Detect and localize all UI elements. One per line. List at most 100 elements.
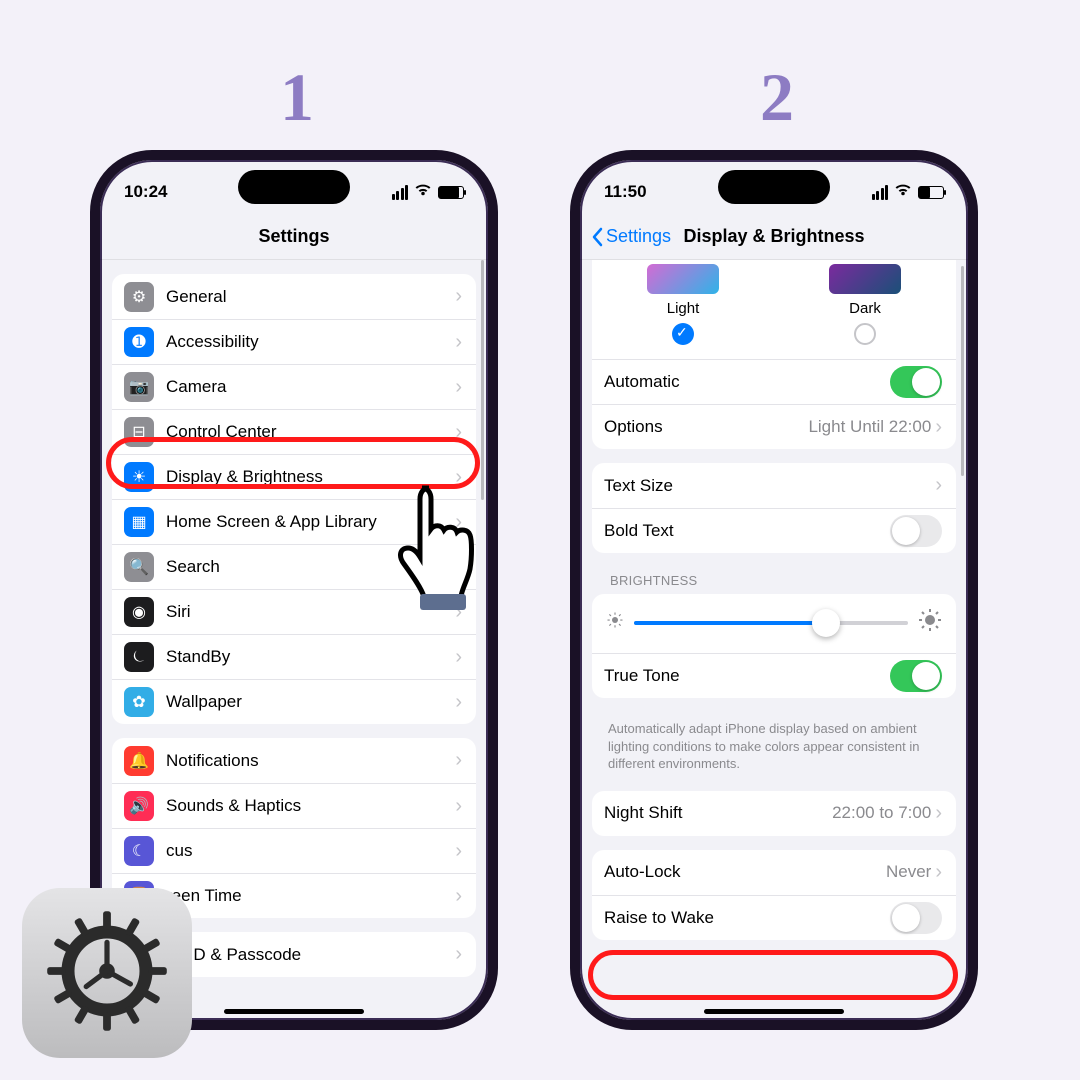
text-size-label: Text Size	[604, 476, 935, 496]
control-center-icon: ⊟	[124, 417, 154, 447]
toggle-true-tone[interactable]	[890, 660, 942, 692]
chevron-right-icon: ›	[455, 749, 462, 772]
chevron-right-icon: ›	[935, 474, 942, 497]
battery-icon	[438, 186, 464, 199]
row-label: Accessibility	[166, 332, 455, 352]
toggle-bold-text[interactable]	[890, 515, 942, 547]
row-label: reen Time	[166, 886, 455, 906]
appearance-dark[interactable]: Dark	[829, 264, 901, 345]
chevron-right-icon: ›	[935, 802, 942, 825]
row-notifications[interactable]: 🔔 Notifications›	[112, 738, 476, 783]
row-auto-lock[interactable]: Auto-Lock Never ›	[592, 850, 956, 895]
row-label: Camera	[166, 377, 455, 397]
row-raise-to-wake[interactable]: Raise to Wake	[592, 895, 956, 940]
nav-bar: Settings Display & Brightness	[580, 214, 968, 260]
row-accessibility[interactable]: ➊ Accessibility›	[112, 319, 476, 364]
row-label: ce ID & Passcode	[166, 945, 455, 965]
battery-icon	[918, 186, 944, 199]
cellular-icon	[392, 185, 409, 200]
options-label: Options	[604, 417, 808, 437]
appearance-light[interactable]: Light	[647, 264, 719, 345]
row-sounds[interactable]: 🔊Sounds & Haptics›	[112, 783, 476, 828]
chevron-right-icon: ›	[455, 885, 462, 908]
row-standby[interactable]: ⏾StandBy›	[112, 634, 476, 679]
scrollbar[interactable]	[961, 266, 964, 476]
page-title: Display & Brightness	[683, 226, 864, 247]
chevron-right-icon: ›	[455, 421, 462, 444]
standby-icon: ⏾	[124, 642, 154, 672]
siri-icon: ◉	[124, 597, 154, 627]
brightness-slider[interactable]	[634, 621, 908, 625]
row-camera[interactable]: 📷 Camera›	[112, 364, 476, 409]
radio-selected-icon	[672, 323, 694, 345]
light-label: Light	[647, 300, 719, 317]
toggle-automatic[interactable]	[890, 366, 942, 398]
back-label: Settings	[606, 226, 671, 247]
true-tone-label: True Tone	[604, 666, 890, 686]
nav-bar: Settings	[100, 214, 488, 260]
back-button[interactable]: Settings	[590, 226, 671, 247]
dynamic-island	[238, 170, 350, 204]
camera-icon: 📷	[124, 372, 154, 402]
radio-unselected-icon	[854, 323, 876, 345]
night-shift-value: 22:00 to 7:00	[832, 803, 931, 823]
chevron-right-icon: ›	[455, 943, 462, 966]
row-label: cus	[166, 841, 455, 861]
row-focus[interactable]: ☾ cus›	[112, 828, 476, 873]
wallpaper-icon: ✿	[124, 687, 154, 717]
night-shift-label: Night Shift	[604, 803, 832, 823]
page-title: Settings	[258, 226, 329, 247]
wifi-icon	[894, 182, 912, 202]
bold-text-label: Bold Text	[604, 521, 890, 541]
focus-icon: ☾	[124, 836, 154, 866]
tap-cursor-icon	[384, 478, 504, 618]
chevron-right-icon: ›	[455, 331, 462, 354]
chevron-right-icon: ›	[455, 285, 462, 308]
dynamic-island	[718, 170, 830, 204]
sounds-icon: 🔊	[124, 791, 154, 821]
row-wallpaper[interactable]: ✿ Wallpaper›	[112, 679, 476, 724]
chevron-right-icon: ›	[455, 376, 462, 399]
chevron-right-icon: ›	[455, 840, 462, 863]
chevron-right-icon: ›	[455, 691, 462, 714]
row-options[interactable]: Options Light Until 22:00 ›	[592, 404, 956, 449]
dark-label: Dark	[829, 300, 901, 317]
automatic-label: Automatic	[604, 372, 890, 392]
options-value: Light Until 22:00	[808, 417, 931, 437]
row-label: Notifications	[166, 751, 455, 771]
brightness-icon: ☀︎	[124, 462, 154, 492]
row-night-shift[interactable]: Night Shift 22:00 to 7:00 ›	[592, 791, 956, 836]
light-thumbnail	[647, 264, 719, 294]
chevron-right-icon: ›	[935, 416, 942, 439]
sun-max-icon	[918, 608, 942, 637]
settings-app-icon	[22, 888, 192, 1058]
row-bold-text[interactable]: Bold Text	[592, 508, 956, 553]
home-indicator	[224, 1009, 364, 1014]
scrollbar[interactable]	[481, 260, 484, 500]
raise-to-wake-label: Raise to Wake	[604, 908, 890, 928]
row-label: Wallpaper	[166, 692, 455, 712]
auto-lock-label: Auto-Lock	[604, 862, 886, 882]
sun-min-icon	[606, 611, 624, 634]
phone-mockup-2: 11:50 Settings Display & Brightness Ligh…	[570, 150, 978, 1030]
accessibility-icon: ➊	[124, 327, 154, 357]
row-text-size[interactable]: Text Size ›	[592, 463, 956, 508]
home-indicator	[704, 1009, 844, 1014]
row-control-center[interactable]: ⊟Control Center›	[112, 409, 476, 454]
row-gear[interactable]: ⚙︎ General›	[112, 274, 476, 319]
status-time: 10:24	[124, 182, 167, 202]
dark-thumbnail	[829, 264, 901, 294]
status-time: 11:50	[604, 182, 647, 202]
row-label: General	[166, 287, 455, 307]
cellular-icon	[872, 185, 889, 200]
search-icon: 🔍	[124, 552, 154, 582]
row-true-tone[interactable]: True Tone	[592, 653, 956, 698]
step-number-1: 1	[280, 58, 314, 137]
toggle-raise-to-wake[interactable]	[890, 902, 942, 934]
notifications-icon: 🔔	[124, 746, 154, 776]
row-automatic[interactable]: Automatic	[592, 359, 956, 404]
row-label: StandBy	[166, 647, 455, 667]
gear-icon: ⚙︎	[124, 282, 154, 312]
brightness-slider-row[interactable]	[592, 594, 956, 653]
true-tone-footnote: Automatically adapt iPhone display based…	[592, 712, 956, 777]
